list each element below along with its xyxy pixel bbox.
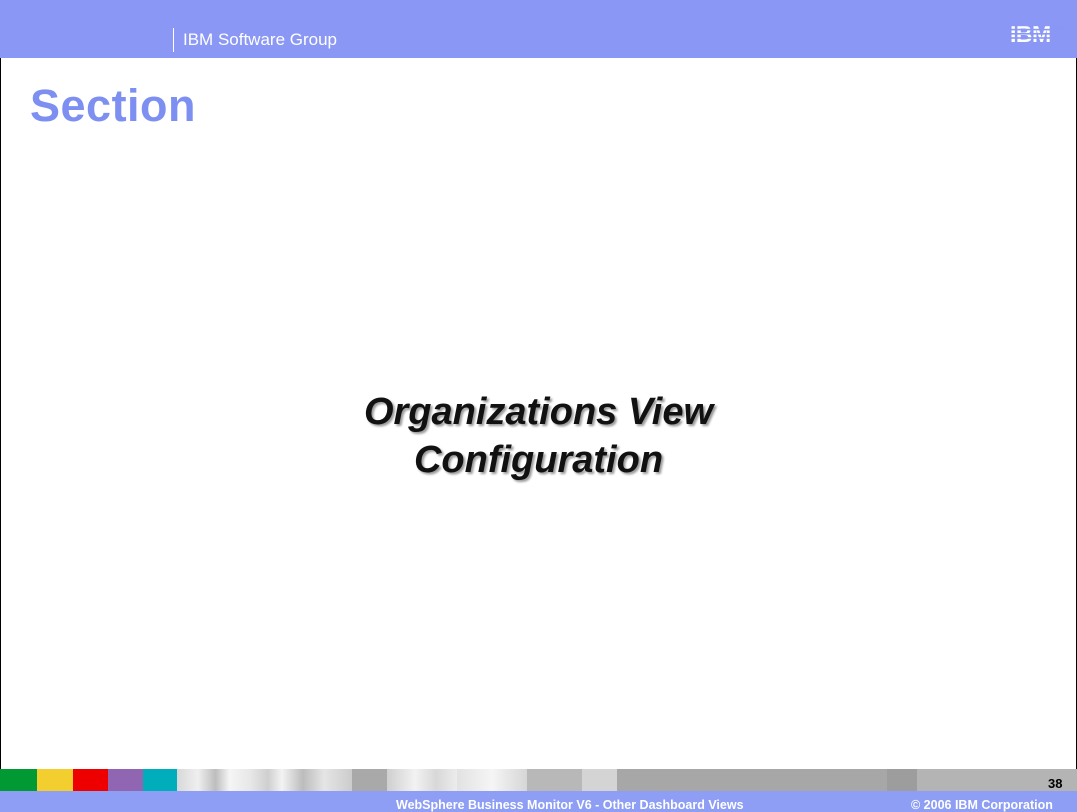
header-band: IBM Software Group IBM [0, 0, 1077, 58]
footer-purple-block [108, 769, 143, 791]
footer-copyright: © 2006 IBM Corporation [911, 798, 1053, 812]
footer-yellow-block [37, 769, 73, 791]
section-title: Section [30, 80, 197, 131]
slide-title: Organizations View Configuration [0, 388, 1077, 484]
slide-title-line1: Organizations View [363, 391, 714, 433]
footer-green-block [0, 769, 37, 791]
footer-red-block [73, 769, 108, 791]
footer-teal-block [143, 769, 177, 791]
ibm-logo: IBM [1009, 22, 1065, 44]
header-group-label: IBM Software Group [183, 30, 338, 49]
footer-photo-tile-2 [387, 769, 457, 791]
footer-gray-tile-2 [457, 769, 527, 791]
presentation-slide: IBM Software Group IBM Section Organizat… [0, 0, 1077, 812]
slide-title-line2: Configuration [413, 439, 664, 481]
footer-gray-tile-5 [617, 769, 887, 791]
footer-presentation-title: WebSphere Business Monitor V6 - Other Da… [396, 798, 744, 812]
header-divider [173, 28, 174, 52]
footer-gray-tile-6 [887, 769, 917, 791]
footer-gray-tile-4 [582, 769, 617, 791]
footer-photo-tiles [177, 769, 352, 791]
footer-gray-tile-1 [352, 769, 387, 791]
footer-image-strip [0, 769, 1077, 791]
footer-gray-tile-3 [527, 769, 582, 791]
page-number: 38 [1048, 776, 1063, 791]
